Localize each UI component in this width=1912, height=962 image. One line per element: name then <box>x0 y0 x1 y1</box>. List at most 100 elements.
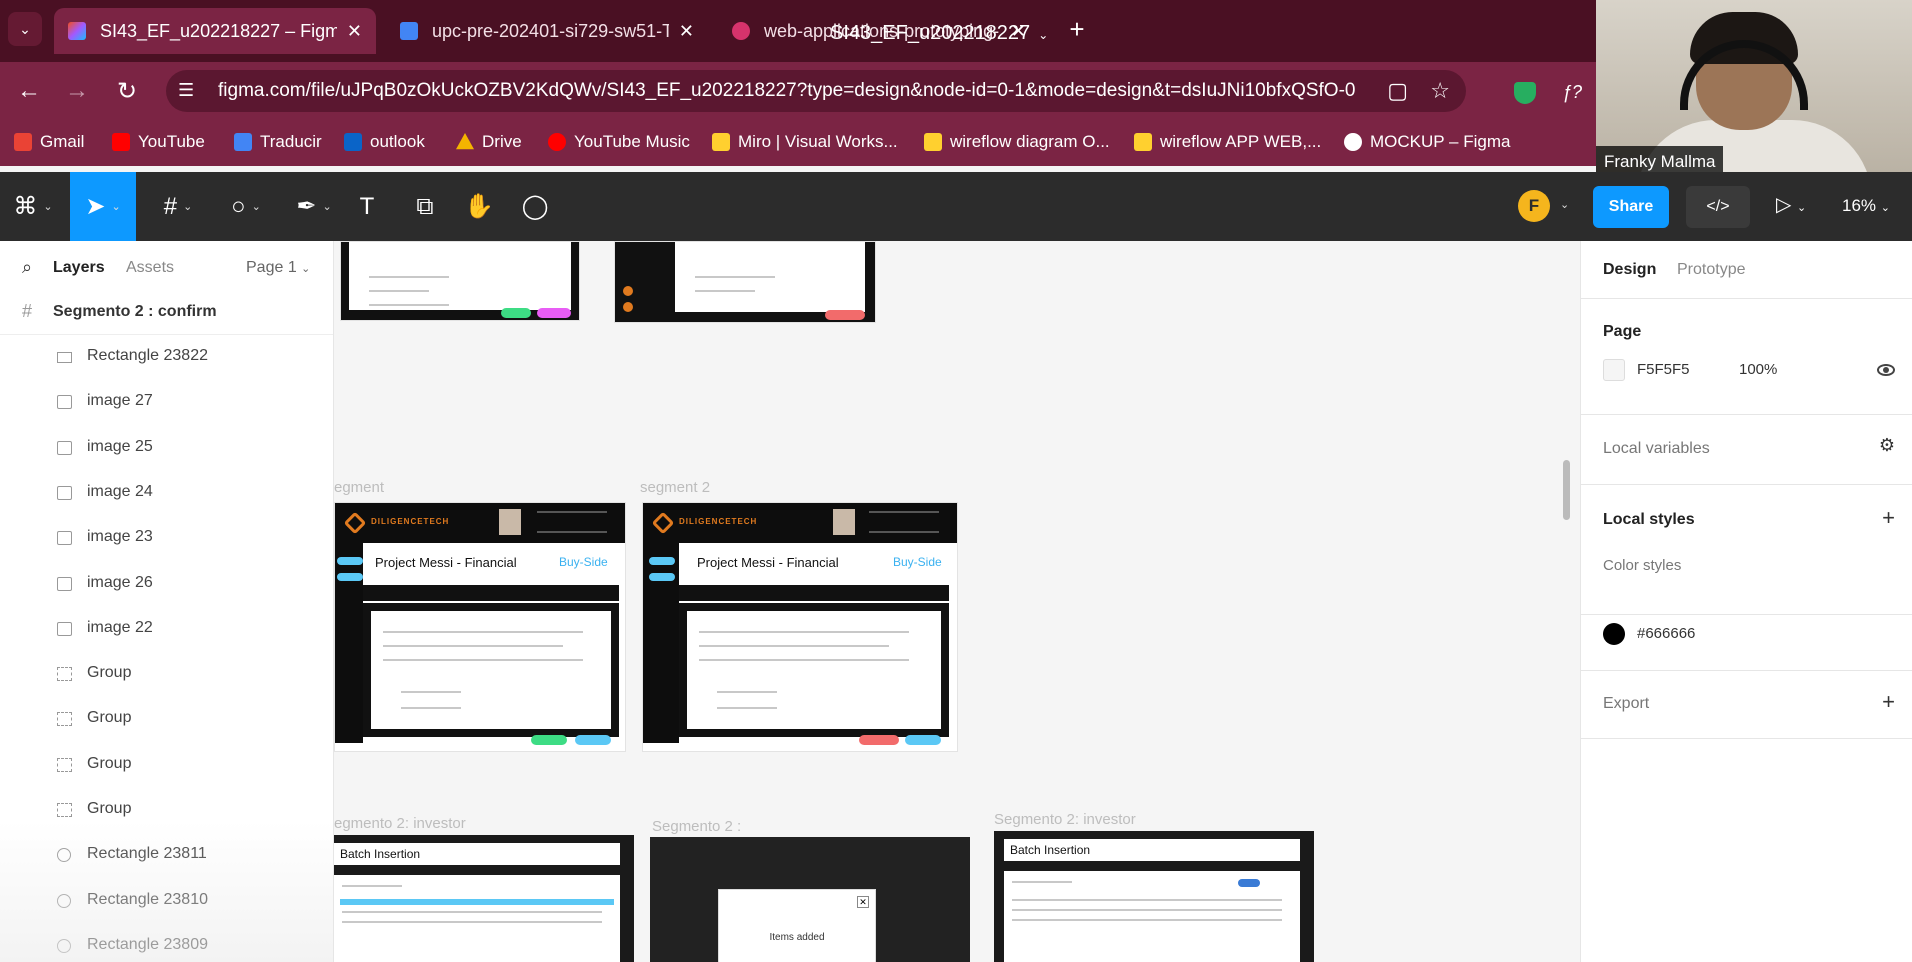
layer-name: Group <box>87 664 132 682</box>
color-style-value: #666666 <box>1637 625 1696 642</box>
frame-tool-icon[interactable]: # ⌄ <box>150 172 206 241</box>
export-label[interactable]: Export <box>1603 695 1649 713</box>
image-icon <box>57 576 72 591</box>
color-style-row[interactable]: #666666 <box>1581 615 1912 671</box>
group-icon <box>57 667 72 682</box>
webcam-overlay: Franky Mallma <box>1596 0 1912 178</box>
avatar[interactable]: F <box>1518 190 1550 222</box>
mock-brand: DILIGENCETECH <box>679 517 758 526</box>
bookmark-traducir[interactable]: Traducir <box>234 132 322 152</box>
canvas-scrollbar[interactable] <box>1563 460 1570 520</box>
close-icon[interactable]: ✕ <box>679 21 694 42</box>
frame-batch-insertion-1[interactable]: Batch Insertion <box>334 835 634 962</box>
dev-mode-toggle-icon[interactable]: </> <box>1686 186 1750 228</box>
new-tab-plus-icon[interactable]: + <box>1062 14 1092 44</box>
back-arrow-icon[interactable]: ← <box>14 76 44 106</box>
forward-arrow-icon[interactable]: → <box>62 76 92 106</box>
url-field[interactable]: ☰ figma.com/file/uJPqB0zOkUckOZBV2KdQWv/… <box>166 70 1466 112</box>
bookmark-youtube-music[interactable]: YouTube Music <box>548 132 690 152</box>
frame-top-1[interactable] <box>340 241 580 321</box>
tab-search-button[interactable]: ⌄ <box>8 12 42 46</box>
frame-layer-row[interactable]: # Segmento 2 : confirm <box>0 291 333 335</box>
figma-favicon-icon <box>68 22 86 40</box>
clipboard-icon[interactable]: ▢ <box>1387 78 1408 104</box>
bookmark-drive[interactable]: Drive <box>456 132 522 152</box>
tab-figma[interactable]: SI43_EF_u202218227 – Figma ✕ <box>54 8 376 54</box>
frame-batch-insertion-2[interactable]: Batch Insertion <box>994 831 1314 962</box>
shield-extension-icon[interactable] <box>1514 82 1536 104</box>
local-variables-label[interactable]: Local variables <box>1603 440 1710 458</box>
frame-project-messi-1[interactable]: DILIGENCETECH Project Messi - Financial … <box>334 502 626 752</box>
frame-top-2[interactable] <box>614 241 876 323</box>
bookmark-youtube[interactable]: YouTube <box>112 132 205 152</box>
figma-main-menu-icon[interactable]: ⌘ ⌄ <box>10 172 56 241</box>
mock-panel <box>679 603 949 737</box>
layer-row[interactable]: Rectangle 23822 <box>0 335 333 380</box>
bookmark-wireflow-app[interactable]: wireflow APP WEB,... <box>1134 132 1321 152</box>
reload-icon[interactable]: ↻ <box>112 76 142 106</box>
frame-items-added[interactable]: ✕ Items added <box>650 837 970 962</box>
move-tool-icon[interactable]: ➤ ⌄ <box>70 172 136 241</box>
eye-icon[interactable] <box>1877 364 1895 376</box>
mock-line <box>383 631 583 633</box>
bookmark-label: MOCKUP – Figma <box>1370 132 1511 151</box>
mock-line <box>1012 899 1282 901</box>
frame-project-messi-2[interactable]: DILIGENCETECH Project Messi - Financial … <box>642 502 958 752</box>
layer-row[interactable]: image 25 <box>0 426 333 471</box>
design-canvas[interactable]: egment segment 2 DILIGENCETECH Project M… <box>334 241 1580 962</box>
rectangle-icon <box>57 352 72 363</box>
layer-row[interactable]: Group <box>0 743 333 788</box>
function-extension-icon[interactable]: ƒ? <box>1562 82 1584 104</box>
search-icon[interactable]: ⌕ <box>22 257 32 278</box>
add-export-plus-icon[interactable]: + <box>1882 689 1895 715</box>
group-icon <box>57 712 72 727</box>
add-style-plus-icon[interactable]: + <box>1882 505 1895 531</box>
layer-row[interactable]: Group <box>0 652 333 697</box>
page-selector[interactable]: Page 1 ⌄ <box>246 259 310 277</box>
bookmark-outlook[interactable]: outlook <box>344 132 425 152</box>
tab-docs[interactable]: upc-pre-202401-si729-sw51-Th ✕ <box>386 8 708 54</box>
layer-row[interactable]: image 26 <box>0 562 333 607</box>
bookmark-star-icon[interactable]: ☆ <box>1430 78 1450 104</box>
tab-prototype[interactable]: Prototype <box>1677 261 1745 279</box>
mock-line <box>699 631 909 633</box>
page-color-swatch[interactable] <box>1603 359 1625 381</box>
tab-assets[interactable]: Assets <box>126 259 174 277</box>
page-color-value[interactable]: F5F5F5 <box>1637 361 1690 378</box>
bookmark-miro[interactable]: Miro | Visual Works... <box>712 132 898 152</box>
resources-tool-icon[interactable]: ⧉ <box>408 172 442 241</box>
layer-row[interactable]: image 22 <box>0 607 333 652</box>
close-icon[interactable]: ✕ <box>347 21 362 42</box>
tab-design[interactable]: Design <box>1603 261 1656 279</box>
bookmark-mockup-figma[interactable]: MOCKUP – Figma <box>1344 132 1510 152</box>
layer-row[interactable]: image 23 <box>0 516 333 561</box>
zoom-level[interactable]: 16% ⌄ <box>1842 196 1890 216</box>
page-opacity-value[interactable]: 100% <box>1739 361 1777 378</box>
layer-row[interactable]: image 27 <box>0 380 333 425</box>
file-title[interactable]: SI43_EF_u202218227 ⌄ <box>830 22 1048 45</box>
comment-tool-icon[interactable]: ◯ <box>518 172 552 241</box>
layer-row[interactable]: image 24 <box>0 471 333 516</box>
bookmark-gmail[interactable]: Gmail <box>14 132 84 152</box>
layer-name: Rectangle 23822 <box>87 347 208 364</box>
layer-row[interactable]: Group <box>0 697 333 742</box>
variables-settings-icon[interactable]: ⚙ <box>1879 435 1895 456</box>
mock-line <box>717 707 777 709</box>
pen-tool-icon[interactable]: ✒ ⌄ <box>286 172 342 241</box>
chevron-down-icon[interactable]: ⌄ <box>1560 198 1569 211</box>
tab-layers[interactable]: Layers <box>53 259 105 277</box>
site-info-icon[interactable]: ☰ <box>178 80 194 101</box>
hand-tool-icon[interactable]: ✋ <box>462 172 496 241</box>
bookmark-wireflow-diagram[interactable]: wireflow diagram O... <box>924 132 1110 152</box>
batch-title: Batch Insertion <box>1004 839 1300 861</box>
shape-tool-icon[interactable]: ○ ⌄ <box>218 172 274 241</box>
present-play-icon[interactable]: ▷ ⌄ <box>1776 192 1806 217</box>
text-tool-icon[interactable]: T <box>350 172 384 241</box>
youtube-icon <box>112 133 130 151</box>
local-styles-heading: Local styles <box>1603 511 1695 528</box>
share-button[interactable]: Share <box>1593 186 1669 228</box>
export-section: Export + <box>1581 671 1912 739</box>
image-icon <box>57 531 72 546</box>
mock-nav-pill <box>649 557 675 565</box>
mock-sidebar <box>643 543 679 743</box>
